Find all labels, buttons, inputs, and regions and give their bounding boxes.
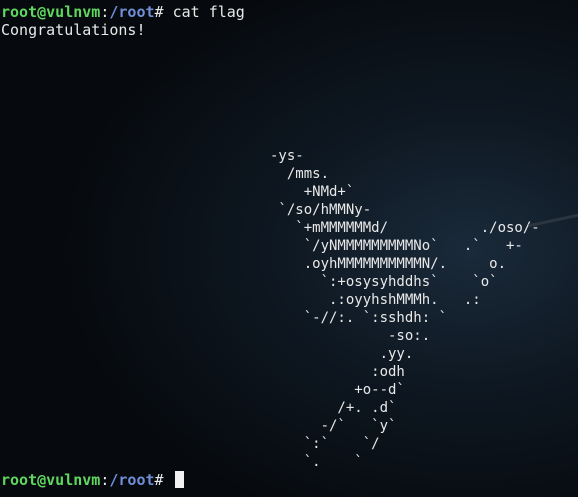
output-message: Congratulations! [1, 21, 146, 39]
terminal-window[interactable]: root@vulnvm:/root# cat flag Congratulati… [0, 0, 578, 497]
prompt-path: /root [109, 3, 155, 21]
command-line-1: root@vulnvm:/root# cat flag [1, 3, 245, 21]
prompt-path: /root [109, 471, 155, 489]
prompt-symbol: # [154, 471, 173, 489]
prompt-symbol: # [154, 3, 173, 21]
command-text: cat flag [172, 3, 245, 21]
prompt-user-host: root@vulnvm [1, 471, 101, 489]
prompt-user-host: root@vulnvm [1, 3, 101, 21]
command-line-2[interactable]: root@vulnvm:/root# [1, 471, 184, 489]
ascii-art-output: -ys- /mms. +NMd+` `/so/hMMNy- `+mMMMMMMd… [270, 148, 540, 470]
text-cursor[interactable] [174, 471, 184, 488]
